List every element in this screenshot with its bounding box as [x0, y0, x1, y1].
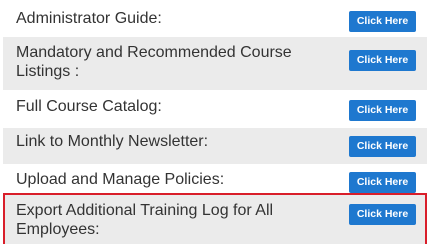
course-listings-button[interactable]: Click Here: [349, 50, 416, 71]
item-label: Mandatory and Recommended Course Listing…: [16, 44, 292, 80]
newsletter-button[interactable]: Click Here: [349, 136, 416, 157]
list-item-course-listings: Mandatory and Recommended Course Listing…: [3, 37, 427, 90]
upload-policies-button[interactable]: Click Here: [349, 172, 416, 193]
list-item-administrator-guide: Administrator Guide: Click Here: [3, 0, 427, 36]
item-label: Link to Monthly Newsletter:: [16, 133, 209, 150]
item-label: Export Additional Training Log for All E…: [16, 202, 274, 238]
list-item-monthly-newsletter: Link to Monthly Newsletter: Click Here: [3, 128, 427, 164]
item-label: Upload and Manage Policies:: [16, 171, 225, 188]
administrator-guide-button[interactable]: Click Here: [349, 11, 416, 32]
export-training-log-button[interactable]: Click Here: [349, 204, 416, 225]
list-item-export-training-log: Export Additional Training Log for All E…: [3, 193, 427, 244]
list-item-full-course-catalog: Full Course Catalog: Click Here: [3, 91, 427, 127]
item-label: Full Course Catalog:: [16, 98, 162, 115]
list-item-upload-policies: Upload and Manage Policies: Click Here: [3, 165, 427, 193]
item-label: Administrator Guide:: [16, 10, 162, 27]
course-catalog-button[interactable]: Click Here: [349, 100, 416, 121]
resource-list: Administrator Guide: Click Here Mandator…: [0, 0, 433, 244]
